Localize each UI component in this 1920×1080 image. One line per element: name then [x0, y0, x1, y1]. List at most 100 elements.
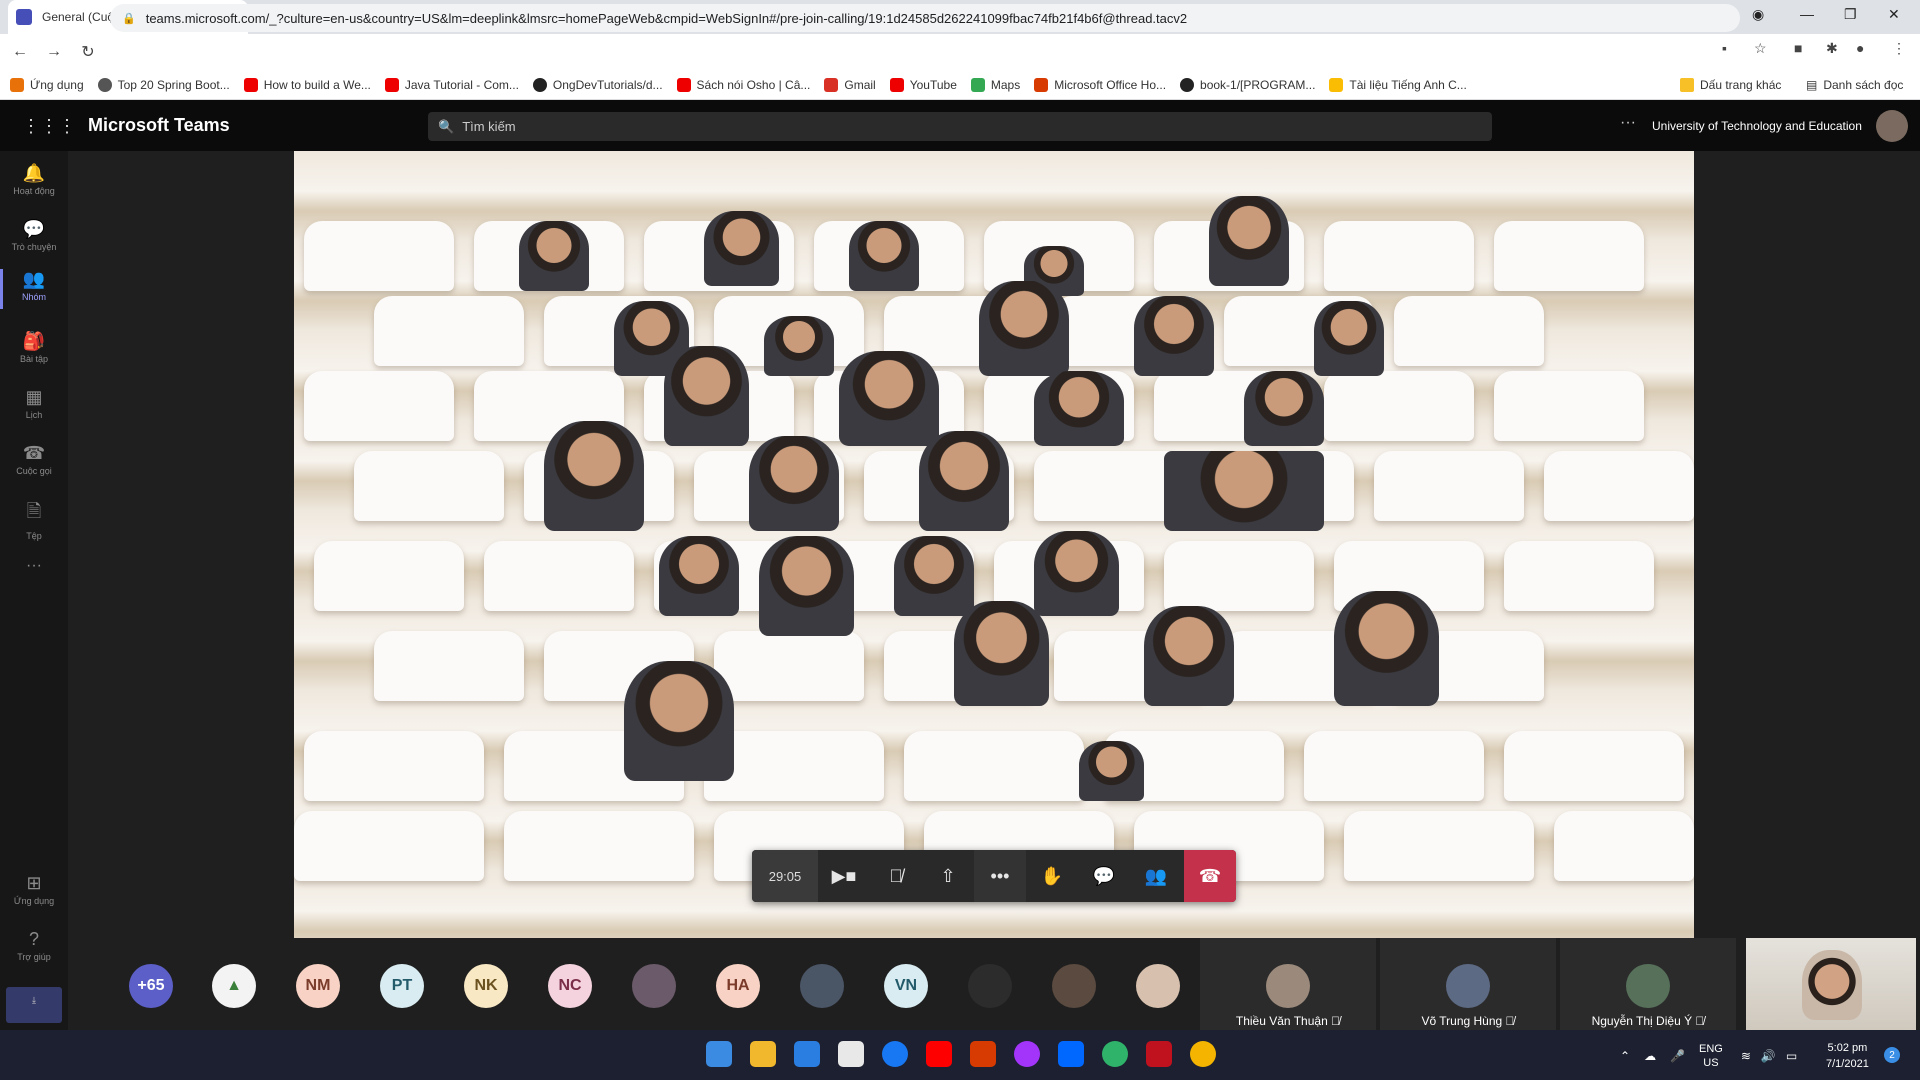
- participant-avatar[interactable]: PT: [380, 964, 424, 1008]
- volume-icon[interactable]: 🔊: [1761, 1049, 1776, 1063]
- bookmark-item[interactable]: How to build a We...: [243, 77, 371, 92]
- windows-start-icon[interactable]: [706, 1041, 732, 1067]
- address-bar[interactable]: 🔒 teams.microsoft.com/_?culture=en-us&co…: [110, 4, 1740, 32]
- mail-icon[interactable]: [794, 1041, 820, 1067]
- participant-avatar[interactable]: [1136, 964, 1180, 1008]
- camera-icon[interactable]: ▪: [1722, 40, 1727, 56]
- wifi-icon[interactable]: ≋: [1741, 1049, 1751, 1063]
- reload-button[interactable]: ↻: [74, 42, 102, 62]
- download-app-button[interactable]: ⤓: [6, 987, 62, 1023]
- minimize-button[interactable]: —: [1800, 6, 1814, 22]
- store-icon[interactable]: [838, 1041, 864, 1067]
- messenger-icon[interactable]: [1014, 1041, 1040, 1067]
- raise-hand-button[interactable]: ✋: [1026, 850, 1078, 902]
- microphone-icon[interactable]: 🎤: [1670, 1049, 1685, 1063]
- hang-up-icon: ☎: [1198, 865, 1222, 886]
- bookmark-item[interactable]: Microsoft Office Ho...: [1034, 77, 1166, 92]
- rail-label: Trò chuyện: [11, 242, 57, 252]
- bookmark-label: Maps: [990, 77, 1021, 92]
- bookmark-apps[interactable]: Ứng dụng: [10, 77, 84, 92]
- overflow-participants-button[interactable]: +65: [129, 964, 173, 1008]
- bookmark-item[interactable]: Java Tutorial - Com...: [384, 77, 519, 92]
- edge-icon[interactable]: [1102, 1041, 1128, 1067]
- back-button[interactable]: ←: [6, 43, 34, 61]
- clock[interactable]: 5:02 pm 7/1/2021: [1826, 1040, 1869, 1072]
- participant-avatar[interactable]: NM: [296, 964, 340, 1008]
- participant-avatar[interactable]: [632, 964, 676, 1008]
- notification-badge[interactable]: 2: [1884, 1047, 1900, 1063]
- lock-icon[interactable]: 🔒: [122, 12, 136, 25]
- chevron-up-icon[interactable]: ⌃: [1620, 1049, 1630, 1063]
- bookmark-item[interactable]: book-1/[PROGRAM...: [1180, 77, 1315, 92]
- participant-tile[interactable]: Thiều Văn Thuận 🎙̸: [1200, 938, 1376, 1030]
- bookmark-item[interactable]: OngDevTutorials/d...: [532, 77, 663, 92]
- rail-chat[interactable]: 💬 Trò chuyện: [0, 219, 68, 252]
- mute-button[interactable]: 🎙̸: [870, 850, 922, 902]
- rail-activity[interactable]: 🔔 Hoạt động: [0, 163, 68, 196]
- participant-video: [1144, 606, 1234, 706]
- participant-tile[interactable]: Võ Trung Hùng 🎙̸: [1380, 938, 1556, 1030]
- rail-files[interactable]: 🗎 Tệp: [0, 499, 68, 541]
- menu-kebab-icon[interactable]: ⋮: [1892, 40, 1906, 57]
- participant-avatar[interactable]: [968, 964, 1012, 1008]
- rail-calendar[interactable]: ▦ Lịch: [0, 387, 68, 420]
- more-options-icon[interactable]: ···: [1620, 114, 1636, 132]
- extension-icon[interactable]: ■: [1794, 40, 1802, 56]
- chrome-icon[interactable]: [1190, 1041, 1216, 1067]
- leave-call-button[interactable]: ☎: [1184, 850, 1236, 902]
- bookmark-item[interactable]: Top 20 Spring Boot...: [97, 77, 230, 92]
- participant-tile[interactable]: Nguyễn Thị Diệu Ý 🎙̸: [1560, 938, 1736, 1030]
- profile-dropdown-icon[interactable]: ◉: [1752, 6, 1764, 23]
- onedrive-icon[interactable]: ☁: [1644, 1049, 1656, 1063]
- battery-icon[interactable]: ▭: [1786, 1049, 1797, 1063]
- more-actions-button[interactable]: •••: [974, 850, 1026, 902]
- search-box[interactable]: 🔍 Tìm kiếm: [428, 112, 1492, 141]
- rail-calls[interactable]: ☎ Cuộc gọi: [0, 443, 68, 476]
- app-launcher-icon[interactable]: ⋮⋮⋮: [22, 116, 76, 137]
- reading-list[interactable]: ▤ Danh sách đọc: [1806, 70, 1903, 100]
- more-icon: •••: [990, 865, 1010, 886]
- close-window-button[interactable]: ✕: [1888, 6, 1900, 23]
- participant-avatar[interactable]: VN: [884, 964, 928, 1008]
- office-icon[interactable]: [970, 1041, 996, 1067]
- file-explorer-icon[interactable]: [750, 1041, 776, 1067]
- bookmark-star-icon[interactable]: ☆: [1754, 40, 1767, 57]
- participant-avatar[interactable]: NC: [548, 964, 592, 1008]
- bookmark-item[interactable]: Gmail: [824, 77, 876, 92]
- participant-avatar[interactable]: NK: [464, 964, 508, 1008]
- rail-help[interactable]: ? Trợ giúp: [0, 929, 68, 962]
- camera-toggle-button[interactable]: ▶■: [818, 850, 870, 902]
- rail-apps[interactable]: ⊞ Ứng dụng: [0, 873, 68, 906]
- bookmark-item[interactable]: YouTube: [889, 77, 957, 92]
- other-bookmarks[interactable]: Dấu trang khác: [1680, 70, 1781, 100]
- participant-avatar[interactable]: ▲: [212, 964, 256, 1008]
- chat-button[interactable]: 💬: [1078, 850, 1130, 902]
- rail-more[interactable]: ···: [0, 557, 68, 575]
- organization-name[interactable]: University of Technology and Education: [1652, 119, 1862, 133]
- language-indicator[interactable]: ENG US: [1699, 1042, 1723, 1070]
- share-screen-button[interactable]: ⇧: [922, 850, 974, 902]
- avatar[interactable]: [1876, 110, 1908, 142]
- bookmark-item[interactable]: Sách nói Osho | Câ...: [676, 77, 810, 92]
- region-code: US: [1703, 1057, 1719, 1069]
- participant-video: [1314, 301, 1384, 376]
- bookmark-label: Ứng dụng: [30, 77, 84, 92]
- extensions-puzzle-icon[interactable]: ✱: [1826, 40, 1838, 57]
- rail-assignments[interactable]: 🎒 Bài tập: [0, 331, 68, 364]
- participant-avatar[interactable]: [1052, 964, 1096, 1008]
- participant-avatar[interactable]: HA: [716, 964, 760, 1008]
- participants-button[interactable]: 👥: [1130, 850, 1182, 902]
- profile-icon[interactable]: ●: [1856, 40, 1864, 56]
- forward-button[interactable]: →: [40, 43, 68, 61]
- self-view-video[interactable]: [1746, 938, 1916, 1032]
- restore-button[interactable]: ❐: [1844, 6, 1857, 23]
- zalo-icon[interactable]: [1058, 1041, 1084, 1067]
- rail-teams[interactable]: 👥 Nhóm: [0, 269, 68, 309]
- bookmark-item[interactable]: Maps: [970, 77, 1021, 92]
- other-bookmarks-label: Dấu trang khác: [1700, 78, 1782, 92]
- facebook-icon[interactable]: [882, 1041, 908, 1067]
- participant-avatar[interactable]: [800, 964, 844, 1008]
- bookmark-item[interactable]: Tài liệu Tiếng Anh C...: [1329, 77, 1467, 92]
- app-icon[interactable]: [1146, 1041, 1172, 1067]
- youtube-icon[interactable]: [926, 1041, 952, 1067]
